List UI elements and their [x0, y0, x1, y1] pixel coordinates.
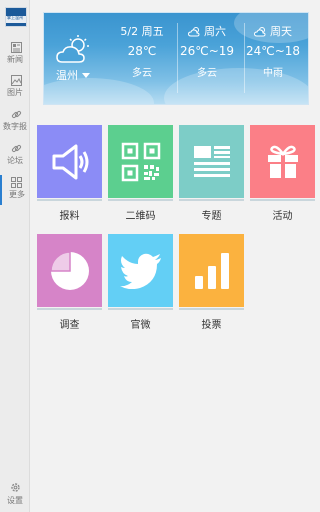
partly-cloudy-icon: [253, 27, 266, 37]
tile-label: 报料: [59, 211, 80, 222]
sidebar-item-digital-paper[interactable]: 数字报: [0, 107, 30, 137]
tile-vote-box[interactable]: [179, 234, 244, 307]
twitter-bird-icon: [119, 253, 161, 289]
tile-label: 调查: [59, 320, 80, 331]
partly-cloudy-icon: [187, 27, 200, 37]
tile-label: 投票: [201, 320, 222, 331]
sidebar-item-label: 新闻: [7, 55, 23, 64]
forecast-day: 5/2 周五: [120, 25, 164, 38]
sidebar-item-label: 数字报: [3, 122, 27, 131]
gift-icon: [267, 145, 298, 178]
pie-chart-icon: [49, 250, 89, 290]
chevron-down-icon: [82, 73, 90, 78]
grid-icon: [11, 177, 22, 188]
forecast-condition: 多云: [132, 68, 152, 79]
tile-official-weibo[interactable]: 官微: [108, 234, 173, 331]
tile-label: 官微: [130, 320, 151, 331]
app-logo[interactable]: 掌上温州: [5, 7, 27, 27]
sidebar-item-more[interactable]: 更多: [0, 175, 30, 205]
sidebar-item-images[interactable]: 图片: [0, 73, 30, 103]
logo-text: 掌上温州: [7, 16, 24, 21]
forecast-condition: 多云: [197, 68, 217, 79]
sidebar-item-label: 更多: [9, 190, 25, 199]
link-icon: [11, 144, 22, 153]
forecast-day: 周六: [204, 25, 226, 38]
city-name: 温州: [56, 69, 78, 82]
settings-button[interactable]: 设置: [0, 480, 30, 510]
image-icon: [11, 75, 22, 86]
tile-qr-code-box[interactable]: [108, 125, 173, 198]
qr-code-icon: [121, 142, 160, 181]
city-selector[interactable]: 温州: [56, 67, 90, 83]
gear-icon: [11, 483, 20, 492]
tile-survey-box[interactable]: [37, 234, 102, 307]
tile-vote[interactable]: 投票: [179, 234, 244, 331]
tile-qr-code[interactable]: 二维码: [108, 125, 173, 222]
tile-topics[interactable]: 专题: [179, 125, 244, 222]
tile-report[interactable]: 报料: [37, 125, 102, 222]
link-icon: [11, 110, 22, 119]
forecast-today: 5/2 周五 28℃ 多云: [107, 25, 177, 79]
forecast-temp: 28℃: [127, 44, 157, 58]
sidebar-item-label: 论坛: [7, 156, 23, 165]
sidebar-item-label: 图片: [7, 88, 23, 97]
tile-label: 专题: [201, 211, 222, 222]
tile-official-weibo-box[interactable]: [108, 234, 173, 307]
tile-label: 活动: [272, 211, 293, 222]
forecast-temp: 24℃~18: [245, 44, 301, 58]
tile-label: 二维码: [125, 211, 156, 222]
forecast-sunday: 周天 24℃~18 中雨: [238, 25, 308, 79]
tile-topics-box[interactable]: [179, 125, 244, 198]
partly-cloudy-icon: [56, 35, 89, 63]
sidebar-item-news[interactable]: 新闻: [0, 40, 30, 70]
speaker-icon: [52, 144, 88, 179]
newspaper-icon: [193, 145, 230, 177]
tile-survey[interactable]: 调查: [37, 234, 102, 331]
news-icon: [11, 42, 22, 53]
forecast-saturday: 周六 26℃~19 多云: [172, 25, 242, 79]
sidebar: 掌上温州 新闻 图片 数字报 论坛 更多 设置: [0, 0, 30, 512]
tile-report-box[interactable]: [37, 125, 102, 198]
sidebar-item-forum[interactable]: 论坛: [0, 141, 30, 171]
forecast-condition: 中雨: [263, 68, 283, 79]
tile-events[interactable]: 活动: [250, 125, 315, 222]
forecast-day: 周天: [270, 25, 292, 38]
weather-widget[interactable]: 温州 5/2 周五 28℃ 多云 周六 26℃~19 多云 周天 24℃~18 …: [43, 12, 309, 105]
forecast-temp: 26℃~19: [179, 44, 235, 58]
settings-label: 设置: [7, 496, 23, 505]
bar-chart-icon: [194, 252, 229, 289]
tile-events-box[interactable]: [250, 125, 315, 198]
